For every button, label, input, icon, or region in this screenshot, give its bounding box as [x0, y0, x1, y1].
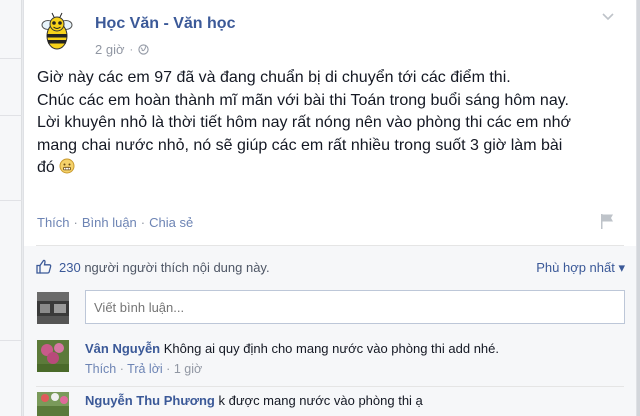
comment-sort-dropdown[interactable]: Phù hợp nhất ▾: [536, 260, 625, 276]
likes-label: người người thích nội dung này.: [80, 260, 270, 275]
post-meta: 2 giờ ·: [95, 42, 149, 57]
comment-body: Nguyễn Thu Phương k được mang nước vào p…: [85, 392, 423, 409]
comment-input[interactable]: [85, 290, 625, 324]
like-action[interactable]: Thích: [37, 215, 70, 230]
post-text-last-line: đó: [37, 157, 627, 180]
comments-section: Vân Nguyễn Không ai quy định cho mang nư…: [24, 284, 636, 416]
page-name-link[interactable]: Học Văn - Văn học: [95, 15, 235, 33]
thumbs-up-icon[interactable]: [36, 259, 52, 274]
likes-bar: 230 người người thích nội dung này. Phù …: [24, 246, 636, 284]
post-body: Giờ này các em 97 đã và đang chuẩn bị di…: [37, 67, 627, 180]
flag-icon[interactable]: [600, 213, 614, 229]
bee-logo-icon[interactable]: [37, 12, 77, 52]
comment-text: k được mang nước vào phòng thi ạ: [218, 393, 423, 408]
post-text-line: đó: [37, 159, 55, 177]
commenter-avatar[interactable]: [37, 340, 69, 372]
action-separator: ·: [73, 215, 78, 230]
comment-reply-action[interactable]: Trả lời: [127, 362, 163, 376]
post-text-line: Chúc các em hoàn thành mĩ mãn với bài th…: [37, 91, 569, 109]
post-header: Học Văn - Văn học 2 giờ ·: [24, 0, 636, 68]
user-avatar: [37, 292, 69, 324]
likes-summary: 230 người người thích nội dung này.: [59, 260, 270, 275]
likes-count[interactable]: 230: [59, 260, 81, 275]
comment-text: Không ai quy định cho mang nước vào phòn…: [163, 341, 499, 356]
post-text-line: mang chai nước nhỏ, nó sẽ giúp các em rấ…: [37, 136, 563, 154]
globe-icon[interactable]: [138, 44, 149, 55]
comment-author[interactable]: Nguyễn Thu Phương: [85, 393, 215, 408]
action-separator: ·: [140, 215, 146, 230]
post-actions: Thích · Bình luận · Chia sẻ: [37, 215, 193, 230]
post-text-line: Giờ này các em 97 đã và đang chuẩn bị di…: [37, 69, 511, 86]
comment-body: Vân Nguyễn Không ai quy định cho mang nư…: [85, 340, 499, 357]
comment-time[interactable]: 1 giờ: [174, 362, 202, 376]
action-separator: ·: [166, 362, 171, 376]
comment-actions: Thích · Trả lời · 1 giờ: [85, 362, 202, 376]
commenter-avatar[interactable]: [37, 392, 69, 416]
sidebar-divider: [0, 340, 22, 341]
action-separator: ·: [119, 362, 124, 376]
post-time[interactable]: 2 giờ: [95, 42, 125, 57]
sidebar-divider: [0, 58, 22, 59]
smiley-icon: [59, 158, 75, 174]
section-divider: [36, 386, 624, 387]
post-text-line: Lời khuyên nhỏ là thời tiết hôm nay rất …: [37, 114, 572, 132]
meta-separator: ·: [129, 43, 134, 56]
sidebar-divider: [0, 115, 22, 116]
sidebar-divider: [0, 200, 22, 201]
left-sidebar-strip: [0, 0, 22, 416]
post-card: Học Văn - Văn học 2 giờ · Giờ này các em…: [23, 0, 637, 416]
share-action[interactable]: Chia sẻ: [149, 215, 193, 230]
chevron-down-icon[interactable]: [602, 13, 614, 21]
comment-like-action[interactable]: Thích: [85, 362, 116, 376]
comment-action[interactable]: Bình luận: [82, 215, 137, 230]
comment-author[interactable]: Vân Nguyễn: [85, 341, 160, 356]
